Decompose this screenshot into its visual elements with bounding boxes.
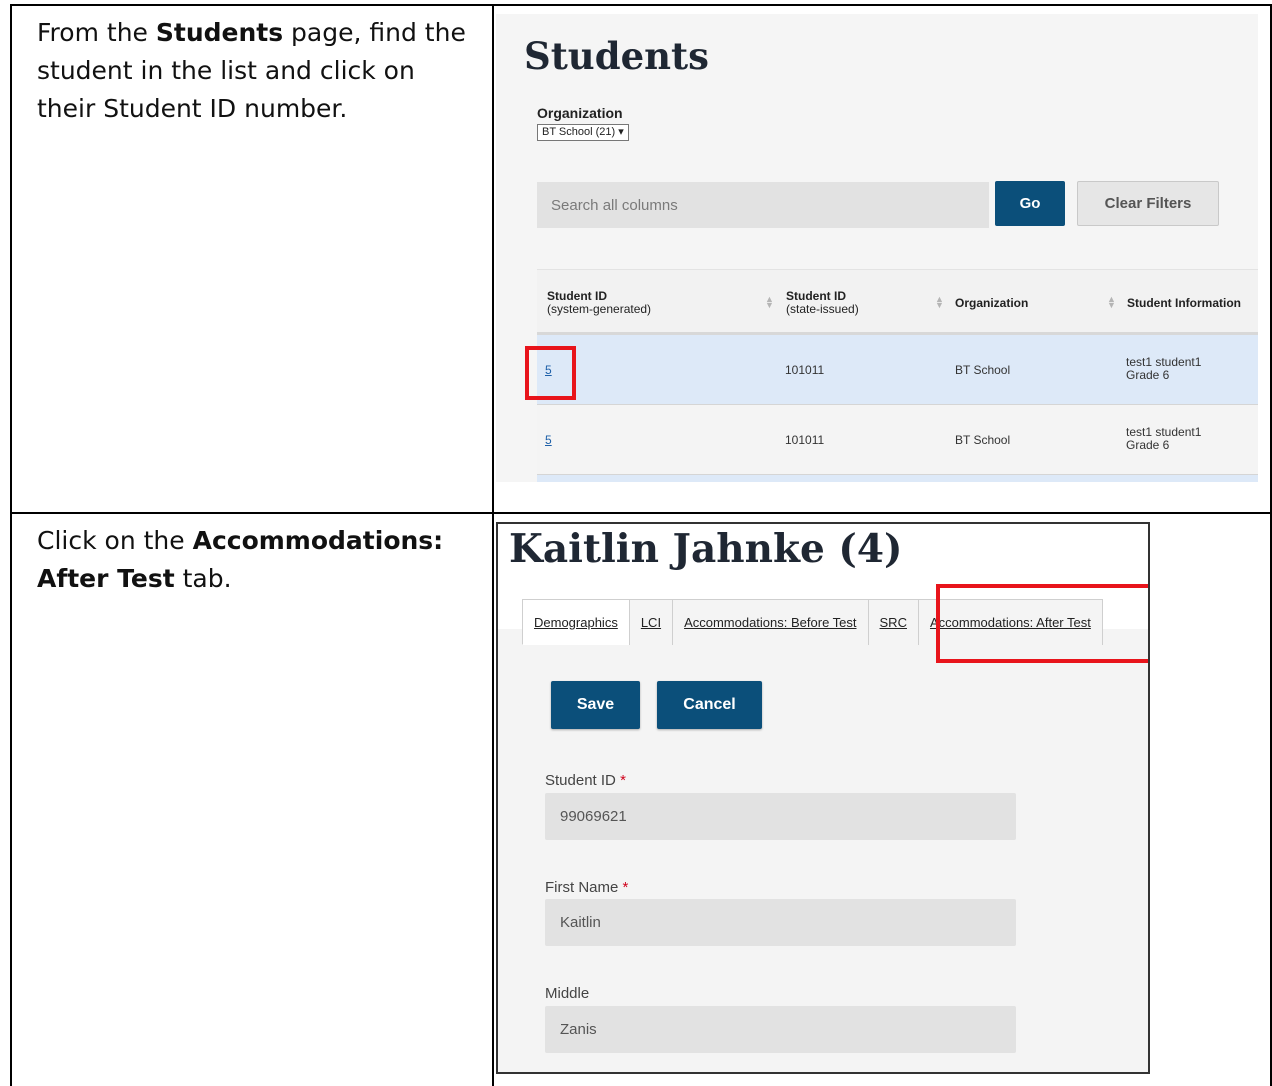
- column-header-system-id[interactable]: Student ID (system-generated): [547, 290, 651, 316]
- page-title: Students: [524, 34, 709, 78]
- clear-filters-button[interactable]: Clear Filters: [1077, 181, 1219, 226]
- column-title: Student ID: [786, 289, 846, 303]
- column-title: Organization: [955, 296, 1029, 310]
- column-header-student-info[interactable]: Student Information: [1127, 297, 1241, 310]
- tab-src[interactable]: SRC: [867, 599, 919, 645]
- field-label-text: First Name: [545, 879, 619, 896]
- student-name-title: Kaitlin Jahnke (4): [509, 526, 903, 572]
- field-label-text: Middle: [545, 985, 590, 1002]
- save-button[interactable]: Save: [551, 681, 640, 729]
- student-info-cell: test1 student1 Grade 6: [1126, 426, 1201, 452]
- student-detail-screenshot: Kaitlin Jahnke (4) Demographics LCI Acco…: [496, 522, 1150, 1074]
- table-row[interactable]: 5 101011 BT School test1 student1 Grade …: [537, 335, 1258, 405]
- sort-icon[interactable]: ▲ ▼: [935, 295, 944, 310]
- cancel-button[interactable]: Cancel: [657, 681, 762, 729]
- middle-name-field[interactable]: Zanis: [545, 1006, 1016, 1053]
- student-grade: Grade 6: [1126, 368, 1170, 382]
- student-id-label: Student ID *: [545, 772, 626, 789]
- tab-accommodations-before-test[interactable]: Accommodations: Before Test: [672, 599, 869, 645]
- first-name-label: First Name *: [545, 879, 628, 896]
- required-marker: *: [620, 772, 626, 789]
- step-2-text-after: tab.: [174, 564, 232, 593]
- students-table: Student ID (system-generated) ▲ ▼ Student…: [537, 269, 1258, 482]
- sort-icon[interactable]: ▲ ▼: [765, 295, 774, 310]
- column-header-state-id[interactable]: Student ID (state-issued): [786, 290, 859, 316]
- column-subtitle: (system-generated): [547, 302, 652, 316]
- student-name: test1 student1: [1126, 425, 1202, 439]
- search-input[interactable]: [537, 182, 989, 228]
- organization-select[interactable]: BT School (21) ▾: [537, 124, 629, 141]
- organization-label: Organization: [537, 105, 623, 121]
- required-marker: *: [622, 879, 629, 896]
- tab-demographics[interactable]: Demographics: [522, 599, 630, 645]
- state-id-cell: 101011: [785, 363, 825, 377]
- students-screenshot: Students Organization BT School (21) ▾ G…: [496, 14, 1258, 482]
- column-title: Student Information: [1127, 296, 1241, 310]
- field-label-text: Student ID: [545, 772, 616, 789]
- step-1-text-before: From the: [37, 18, 156, 47]
- first-name-field[interactable]: Kaitlin: [545, 899, 1016, 946]
- highlight-box: [936, 584, 1148, 663]
- student-name: test1 student1: [1126, 355, 1202, 369]
- step-2-instruction: Click on the Accommodations: After Test …: [37, 522, 477, 598]
- student-id-field[interactable]: 99069621: [545, 793, 1016, 840]
- student-info-cell: test1 student1 Grade 6: [1126, 356, 1201, 382]
- step-1-text-bold: Students: [155, 18, 284, 47]
- table-row-partial: [537, 475, 1258, 482]
- go-button[interactable]: Go: [995, 181, 1065, 226]
- sort-icon[interactable]: ▲ ▼: [1107, 295, 1116, 310]
- step-2-text-before: Click on the: [37, 526, 193, 555]
- student-id-link[interactable]: 5: [545, 433, 552, 447]
- step-1-instruction: From the Students page, find the student…: [37, 14, 477, 128]
- organization-cell: BT School: [955, 433, 1011, 447]
- highlight-box: [525, 346, 576, 400]
- state-id-cell: 101011: [785, 433, 825, 447]
- table-header: Student ID (system-generated) ▲ ▼ Student…: [537, 269, 1258, 335]
- table-row[interactable]: 5 101011 BT School test1 student1 Grade …: [537, 405, 1258, 475]
- column-subtitle: (state-issued): [786, 302, 859, 316]
- column-title: Student ID: [547, 289, 607, 303]
- tab-lci[interactable]: LCI: [628, 599, 674, 645]
- student-grade: Grade 6: [1126, 438, 1170, 452]
- middle-name-label: Middle: [545, 985, 589, 1002]
- column-header-organization[interactable]: Organization: [955, 297, 1028, 310]
- organization-cell: BT School: [955, 363, 1011, 377]
